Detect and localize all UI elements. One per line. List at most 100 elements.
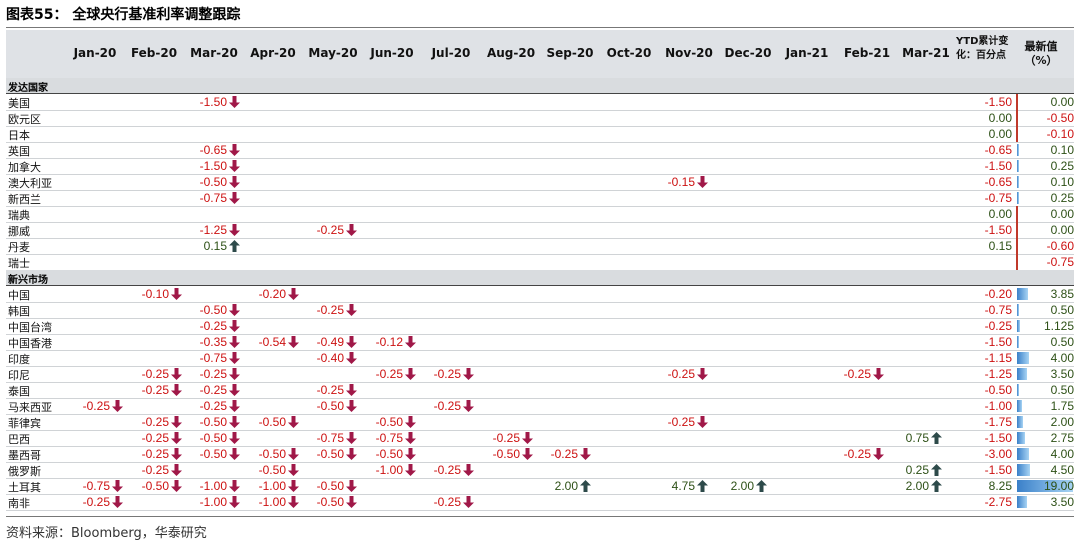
ytd-value: -1.50: [984, 95, 1012, 109]
rate-change-value: -1.00: [375, 463, 403, 477]
rate-change-cell: -0.40: [304, 350, 362, 366]
arrow-up-icon: [697, 480, 708, 492]
rate-change-cell: -0.50: [304, 398, 362, 414]
country-name: 俄罗斯: [8, 465, 41, 478]
rate-change-cell: -0.54: [246, 334, 304, 350]
arrow-down-icon: [112, 480, 123, 492]
rate-change-value: -0.25: [433, 367, 461, 381]
arrow-down-icon: [346, 224, 357, 236]
arrow-down-icon: [229, 384, 240, 396]
rate-change-value: -0.50: [316, 479, 344, 493]
rate-change-value: -0.75: [375, 431, 403, 445]
table-row: 土耳其 -0.75 -0.50 -1.00 -1.00 -0.50 2.00 4.75 2.00…: [6, 478, 1074, 495]
country-name: 土耳其: [8, 481, 41, 494]
rate-change-cell: -0.20: [246, 286, 304, 302]
arrow-up-icon: [756, 480, 767, 492]
country-name: 瑞士: [8, 257, 30, 270]
ytd-value: -1.50: [984, 159, 1012, 173]
month-header: Oct-20: [606, 46, 652, 60]
rate-change-value: -0.25: [492, 431, 520, 445]
arrow-down-icon: [346, 352, 357, 364]
section-title: 新兴市场: [8, 275, 48, 286]
bottom-divider: [6, 516, 1074, 517]
table-row: 墨西哥 -0.25 -0.50 -0.50 -0.50 -0.50 -0.50 -0.25 -0…: [6, 446, 1074, 463]
arrow-down-icon: [229, 336, 240, 348]
latest-value: 4.00: [1050, 351, 1074, 365]
arrow-down-icon: [229, 448, 240, 460]
country-name: 中国: [8, 289, 30, 302]
rate-change-cell: -0.35: [187, 334, 245, 350]
rate-change-value: -0.54: [258, 335, 286, 349]
arrow-down-icon: [288, 448, 299, 460]
arrow-down-icon: [229, 176, 240, 188]
rate-change-value: -0.50: [375, 447, 403, 461]
rate-change-cell: -0.50: [187, 430, 245, 446]
rate-change-value: -0.25: [433, 463, 461, 477]
rate-change-value: -0.25: [667, 367, 695, 381]
arrow-up-icon: [931, 480, 942, 492]
rate-change-value: -0.25: [433, 399, 461, 413]
latest-value: 0.50: [1050, 303, 1074, 317]
latest-value: 1.125: [1043, 319, 1074, 333]
arrow-down-icon: [229, 432, 240, 444]
ytd-value: -0.20: [984, 287, 1012, 301]
rate-change-value: -0.25: [550, 447, 578, 461]
rate-change-cell: -1.50: [187, 94, 245, 110]
rate-change-value: 0.15: [203, 239, 227, 253]
rate-change-value: 2.00: [730, 479, 754, 493]
rate-change-value: -0.25: [433, 495, 461, 509]
section-header: 发达国家: [6, 78, 1074, 94]
rate-change-cell: -0.10: [129, 286, 187, 302]
table-row: 印度 -0.75 -0.40 -1.15 4.00: [6, 350, 1074, 367]
arrow-down-icon: [171, 288, 182, 300]
arrow-down-icon: [171, 416, 182, 428]
arrow-down-icon: [288, 464, 299, 476]
month-header: Dec-20: [724, 46, 772, 60]
arrow-down-icon: [697, 416, 708, 428]
country-name: 加拿大: [8, 161, 41, 174]
latest-value: -0.60: [1046, 239, 1074, 253]
latest-value: 0.50: [1050, 335, 1074, 349]
rate-change-value: -0.25: [667, 415, 695, 429]
rate-change-cell: -0.50: [363, 414, 421, 430]
month-header: Apr-20: [250, 46, 296, 60]
rate-change-cell: -0.25: [480, 430, 538, 446]
arrow-down-icon: [171, 464, 182, 476]
month-header: Feb-20: [130, 46, 178, 60]
arrow-down-icon: [171, 448, 182, 460]
arrow-down-icon: [171, 384, 182, 396]
rate-change-value: -0.12: [375, 335, 403, 349]
arrow-down-icon: [229, 400, 240, 412]
latest-value: -0.10: [1046, 127, 1074, 141]
rate-change-cell: -0.25: [129, 462, 187, 478]
rate-change-value: -0.25: [316, 383, 344, 397]
arrow-down-icon: [112, 400, 123, 412]
arrow-down-icon: [229, 416, 240, 428]
table-row: 泰国 -0.25 -0.25 -0.25 -0.50 0.50: [6, 382, 1074, 399]
arrow-down-icon: [405, 448, 416, 460]
ytd-value: -2.75: [984, 495, 1012, 509]
ytd-value: -0.25: [984, 319, 1012, 333]
arrow-down-icon: [405, 416, 416, 428]
rate-change-cell: -0.25: [187, 398, 245, 414]
rate-change-cell: -0.12: [363, 334, 421, 350]
rate-change-value: -0.50: [199, 303, 227, 317]
country-name: 欧元区: [8, 113, 41, 126]
rate-change-cell: 2.00: [889, 478, 947, 494]
rate-change-value: -0.10: [141, 287, 169, 301]
rate-change-cell: 2.00: [538, 478, 596, 494]
month-header: Jul-20: [431, 46, 471, 60]
arrow-down-icon: [873, 448, 884, 460]
ytd-value: -0.75: [984, 303, 1012, 317]
country-name: 菲律宾: [8, 417, 41, 430]
arrow-down-icon: [463, 464, 474, 476]
table-row: 加拿大 -1.50 -1.50 0.25: [6, 158, 1074, 175]
rate-change-value: -1.25: [199, 223, 227, 237]
month-header: Jan-20: [73, 46, 117, 60]
table-header: YTD累计变化：百分点 最新值（%） Jan-20 Feb-20 Mar-20 Apr…: [6, 30, 1074, 79]
rate-change-value: -0.15: [667, 175, 695, 189]
rate-change-cell: 2.00: [714, 478, 772, 494]
country-name: 巴西: [8, 433, 30, 446]
ytd-value: -1.75: [984, 415, 1012, 429]
table-row: 俄罗斯 -0.25 -0.50 -1.00 -0.25 0.25 -1.50 4.50: [6, 462, 1074, 479]
